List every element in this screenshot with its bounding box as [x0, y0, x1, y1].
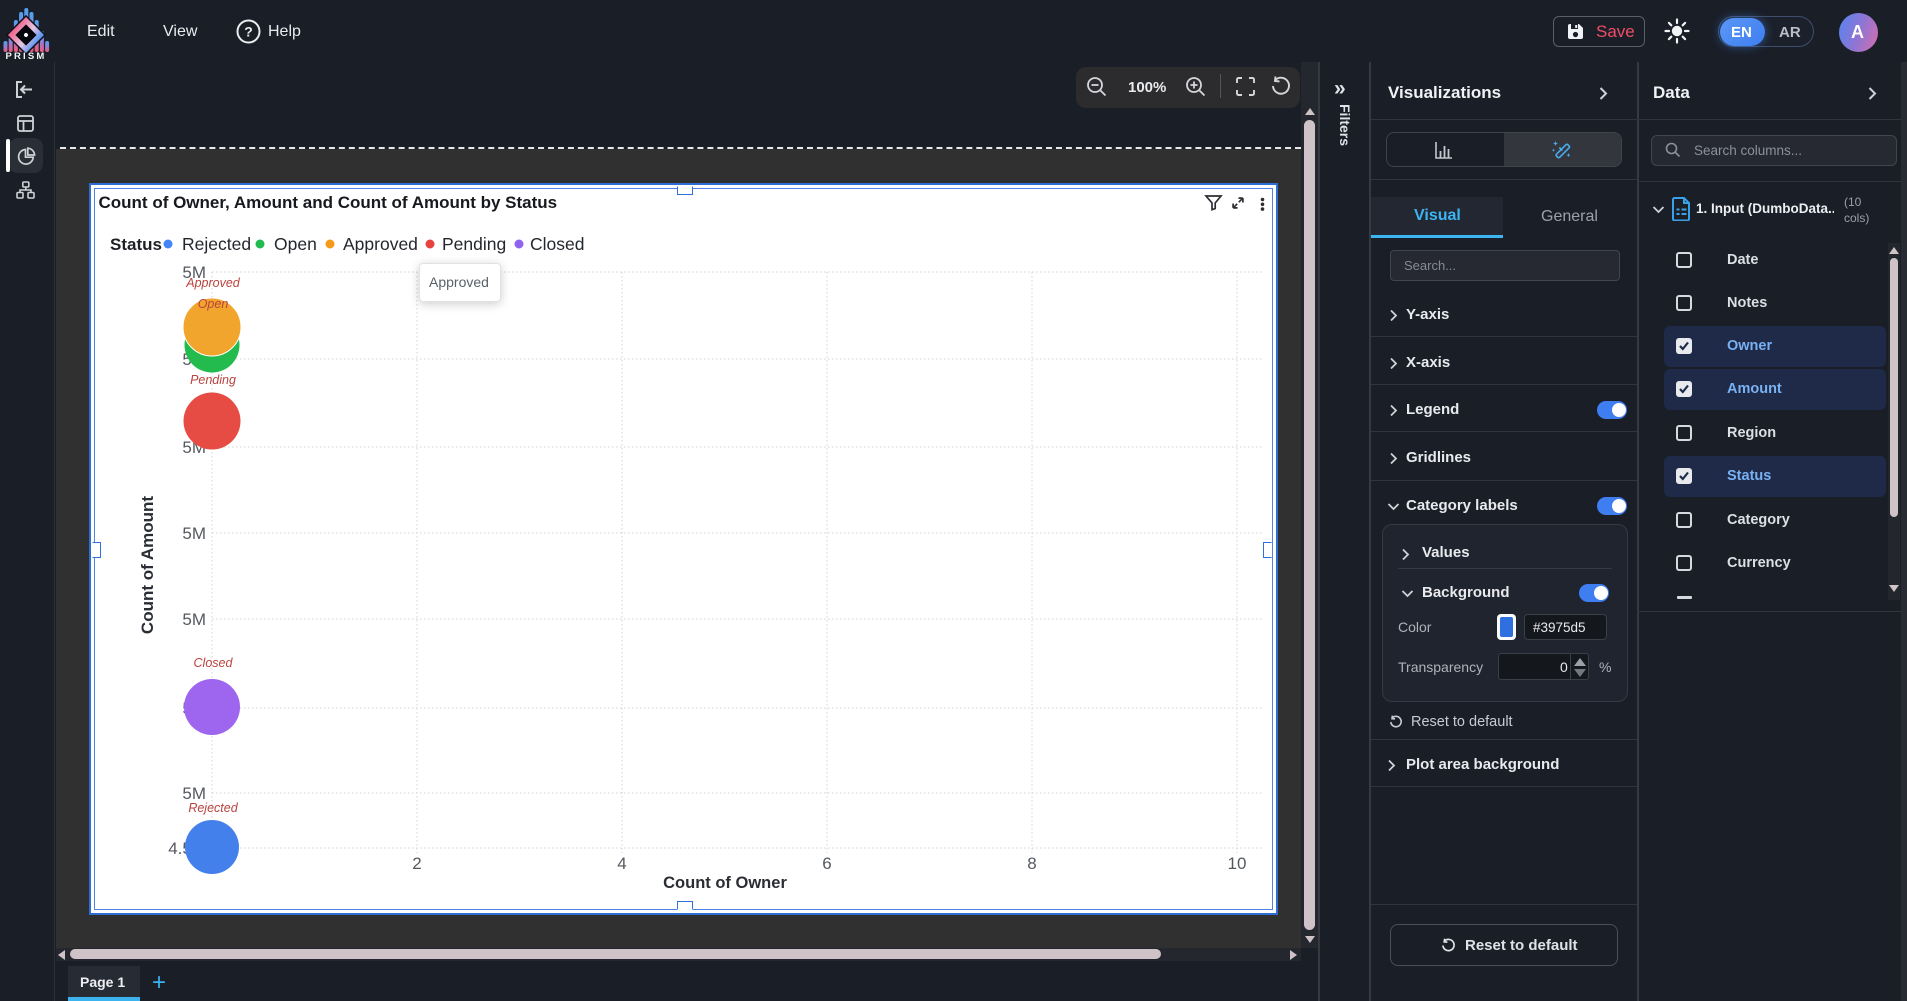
svg-text:5M: 5M — [182, 610, 206, 629]
svg-text:Count of Owner: Count of Owner — [663, 874, 787, 892]
svg-text:Count of Owner, Amount and Cou: Count of Owner, Amount and Count of Amou… — [99, 193, 558, 212]
svg-text:Rejected: Rejected — [182, 234, 251, 254]
svg-text:Pending: Pending — [442, 234, 506, 254]
svg-text:10: 10 — [1228, 854, 1247, 873]
svg-text:Rejected: Rejected — [188, 801, 238, 815]
svg-text:Closed: Closed — [194, 656, 234, 670]
svg-text:Open: Open — [274, 234, 317, 254]
svg-text:Approved: Approved — [185, 276, 241, 290]
svg-text:8: 8 — [1027, 854, 1036, 873]
svg-text:?: ? — [244, 24, 253, 40]
svg-text:6: 6 — [822, 854, 831, 873]
svg-text:Open: Open — [198, 297, 229, 311]
svg-text:Closed: Closed — [530, 234, 584, 254]
svg-text:PRISM: PRISM — [5, 51, 46, 60]
svg-text:Count of Amount: Count of Amount — [138, 496, 157, 634]
svg-text:Pending: Pending — [190, 373, 236, 387]
svg-text:4: 4 — [617, 854, 626, 873]
svg-text:Approved: Approved — [343, 234, 418, 254]
svg-text:5M: 5M — [182, 524, 206, 543]
svg-text:Status: Status — [110, 235, 162, 254]
svg-text:2: 2 — [412, 854, 421, 873]
